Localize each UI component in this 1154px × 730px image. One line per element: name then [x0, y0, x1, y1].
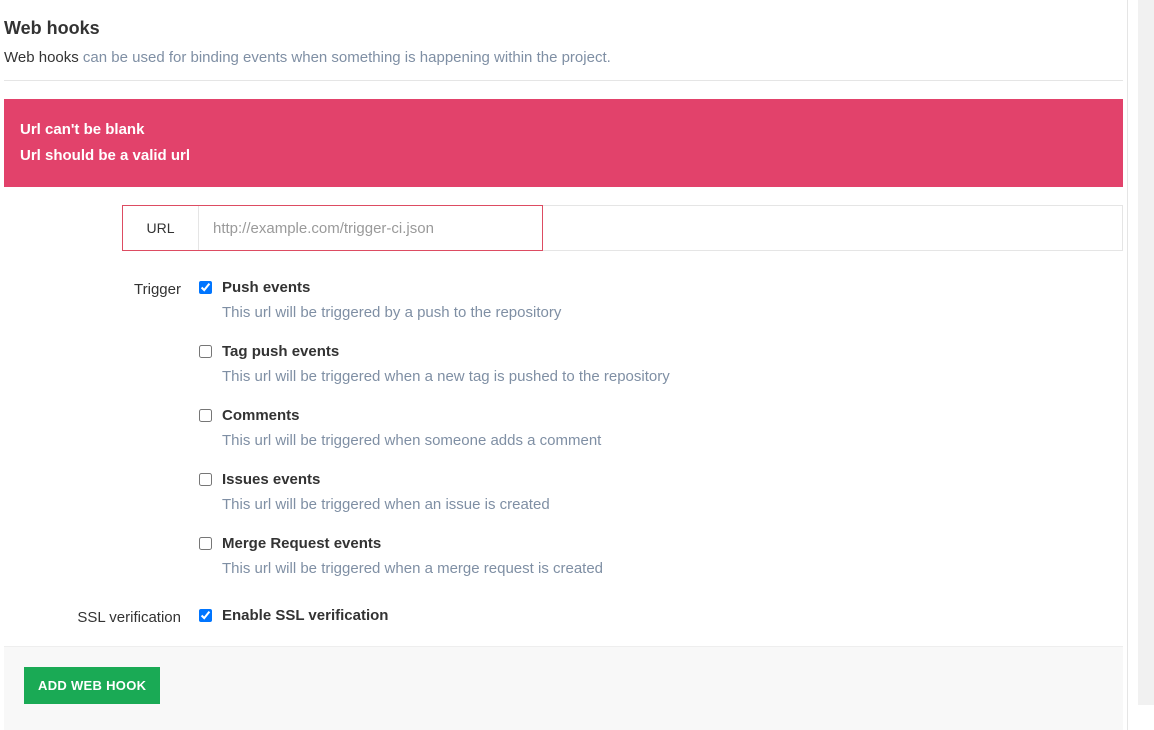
page-title: Web hooks [4, 18, 1123, 39]
url-error-group: URL [122, 205, 543, 251]
checkbox-push-events[interactable] [199, 281, 212, 294]
subtitle-strong: Web hooks [4, 49, 79, 66]
ssl-checkbox-row[interactable]: Enable SSL verification [199, 607, 1123, 624]
trigger-checkbox-row[interactable]: Merge Request events [199, 535, 1123, 552]
url-input[interactable] [198, 206, 542, 250]
form-footer: ADD WEB HOOK [4, 646, 1123, 730]
trigger-merge-request-events: Merge Request events This url will be tr… [199, 535, 1123, 577]
subtitle-rest: can be used for binding events when some… [79, 49, 611, 66]
trigger-checkbox-row[interactable]: Tag push events [199, 343, 1123, 360]
error-line-1: Url can't be blank [20, 117, 1107, 143]
trigger-tag-push-events: Tag push events This url will be trigger… [199, 343, 1123, 385]
trigger-comments: Comments This url will be triggered when… [199, 407, 1123, 449]
trigger-desc: This url will be triggered by a push to … [222, 304, 1123, 321]
trigger-issues-events: Issues events This url will be triggered… [199, 471, 1123, 513]
trigger-checkbox-row[interactable]: Push events [199, 279, 1123, 296]
add-web-hook-button[interactable]: ADD WEB HOOK [24, 667, 160, 704]
trigger-title: Push events [222, 279, 310, 296]
trigger-desc: This url will be triggered when someone … [222, 432, 1123, 449]
error-alert: Url can't be blank Url should be a valid… [4, 99, 1123, 187]
trigger-title: Tag push events [222, 343, 339, 360]
page-subtitle: Web hooks can be used for binding events… [4, 49, 1123, 66]
url-label: URL [123, 206, 198, 250]
checkbox-enable-ssl[interactable] [199, 609, 212, 622]
checkbox-issues-events[interactable] [199, 473, 212, 486]
error-line-2: Url should be a valid url [20, 143, 1107, 169]
scrollbar-track[interactable] [1138, 0, 1154, 705]
trigger-checkbox-row[interactable]: Issues events [199, 471, 1123, 488]
ssl-row: SSL verification Enable SSL verification [4, 607, 1123, 626]
url-input-extension [543, 205, 1123, 251]
trigger-title: Issues events [222, 471, 320, 488]
trigger-label: Trigger [4, 279, 199, 298]
trigger-checkbox-row[interactable]: Comments [199, 407, 1123, 424]
trigger-desc: This url will be triggered when an issue… [222, 496, 1123, 513]
trigger-title: Merge Request events [222, 535, 381, 552]
trigger-push-events: Push events This url will be triggered b… [199, 279, 1123, 321]
url-row: URL [4, 205, 1123, 251]
checkbox-tag-push-events[interactable] [199, 345, 212, 358]
trigger-title: Comments [222, 407, 300, 424]
page-header: Web hooks Web hooks can be used for bind… [0, 0, 1127, 80]
ssl-title: Enable SSL verification [222, 607, 388, 624]
trigger-desc: This url will be triggered when a merge … [222, 560, 1123, 577]
trigger-row: Trigger Push events This url will be tri… [4, 279, 1123, 587]
divider [4, 80, 1123, 81]
checkbox-comments[interactable] [199, 409, 212, 422]
trigger-desc: This url will be triggered when a new ta… [222, 368, 1123, 385]
ssl-label: SSL verification [4, 607, 199, 626]
checkbox-merge-request-events[interactable] [199, 537, 212, 550]
